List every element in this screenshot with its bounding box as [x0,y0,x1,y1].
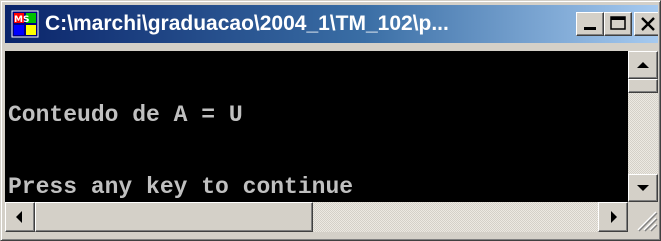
vertical-scroll-thumb[interactable] [628,79,658,93]
arrow-left-icon [16,211,22,223]
arrow-up-icon [637,62,649,68]
ms-dos-console-icon[interactable]: MS [11,10,39,38]
close-button[interactable] [634,12,658,36]
svg-text:MS: MS [14,15,29,25]
console-window: MS C:\marchi\graduacao\2004_1\TM_102\p..… [0,0,661,241]
horizontal-scroll-thumb[interactable] [35,202,313,232]
console-output[interactable]: Conteudo de A = U Press any key to conti… [5,51,628,202]
console-line: Conteudo de A = U [8,102,243,128]
horizontal-scrollbar[interactable] [5,202,628,232]
maximize-button[interactable] [604,12,632,36]
arrow-right-icon [611,211,617,223]
window-title: C:\marchi\graduacao\2004_1\TM_102\p... [45,12,449,35]
scroll-down-button[interactable] [628,174,658,202]
scroll-left-button[interactable] [5,202,35,232]
resize-grip-icon [637,211,658,232]
scroll-right-button[interactable] [598,202,628,232]
maximize-icon [610,16,626,30]
minimize-button[interactable] [576,12,604,36]
scroll-up-button[interactable] [628,51,658,79]
title-bar[interactable]: MS C:\marchi\graduacao\2004_1\TM_102\p..… [5,5,658,43]
resize-grip[interactable] [628,202,658,232]
vertical-scrollbar[interactable] [628,51,658,202]
arrow-down-icon [637,185,649,191]
console-line: Press any key to continue [8,174,354,200]
minimize-icon [584,27,596,30]
close-icon [641,17,655,31]
